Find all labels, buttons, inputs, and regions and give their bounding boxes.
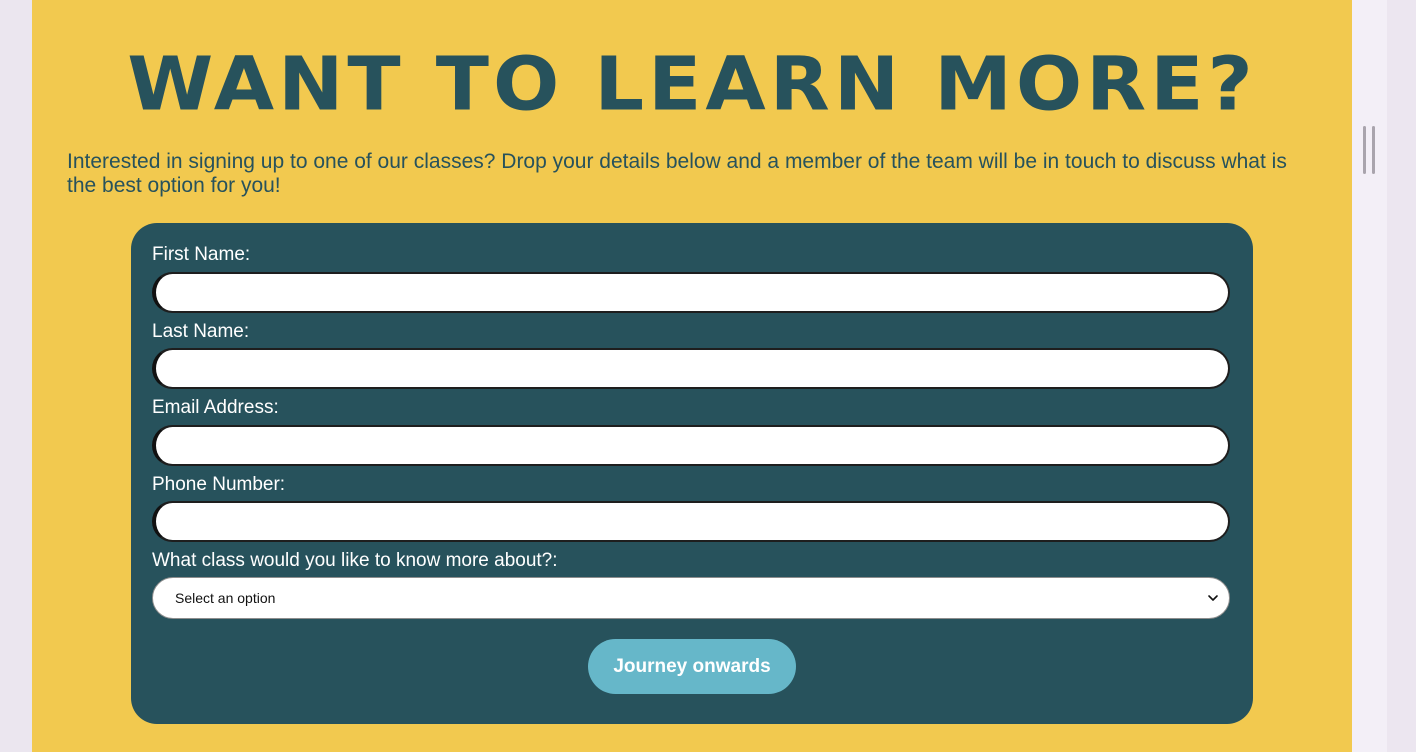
scrollbar-thumb[interactable] xyxy=(1363,126,1375,174)
contact-form: First Name: Last Name: Email Address: Ph… xyxy=(131,223,1253,724)
phone-label: Phone Number: xyxy=(152,474,286,495)
class-select-label: What class would you like to know more a… xyxy=(152,550,558,571)
journey-onwards-button[interactable]: Journey onwards xyxy=(588,639,796,694)
scrollbar-thumb-line-right xyxy=(1372,126,1375,174)
left-gutter xyxy=(0,0,32,752)
scrollbar-track[interactable] xyxy=(1387,0,1416,752)
page: WANT TO LEARN MORE? Interested in signin… xyxy=(0,0,1416,752)
page-title: WANT TO LEARN MORE? xyxy=(127,42,1257,128)
scrollbar-thumb-line-left xyxy=(1363,126,1366,174)
first-name-label: First Name: xyxy=(152,244,251,265)
phone-input[interactable] xyxy=(152,501,1230,542)
last-name-input[interactable] xyxy=(152,348,1230,389)
right-gutter xyxy=(1352,0,1387,752)
class-select-value: Select an option xyxy=(175,590,276,606)
class-select[interactable]: Select an option xyxy=(152,577,1230,619)
first-name-input[interactable] xyxy=(152,272,1230,313)
email-label: Email Address: xyxy=(152,397,279,418)
email-input[interactable] xyxy=(152,425,1230,466)
chevron-down-icon xyxy=(1207,592,1219,604)
intro-text: Interested in signing up to one of our c… xyxy=(67,150,1287,197)
last-name-label: Last Name: xyxy=(152,321,250,342)
